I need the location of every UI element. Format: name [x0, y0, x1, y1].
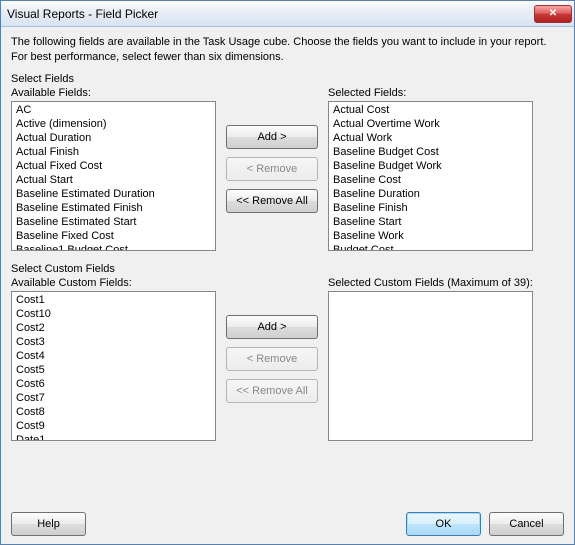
dialog-description: The following fields are available in th… — [11, 35, 564, 65]
window-title: Visual Reports - Field Picker — [7, 7, 534, 21]
list-item[interactable]: Baseline Estimated Finish — [14, 201, 213, 215]
list-item[interactable]: Baseline Duration — [331, 187, 530, 201]
selected-custom-fields-label: Selected Custom Fields (Maximum of 39): — [328, 277, 533, 289]
list-item[interactable]: Date1 — [14, 433, 213, 441]
select-custom-fields-label: Select Custom Fields — [11, 263, 564, 275]
list-item[interactable]: Baseline1 Budget Cost — [14, 243, 213, 251]
list-item[interactable]: Cost3 — [14, 335, 213, 349]
select-custom-fields-group: Select Custom Fields Available Custom Fi… — [11, 261, 564, 441]
selected-fields-column: Selected Fields: Actual CostActual Overt… — [328, 87, 533, 251]
list-item[interactable]: Cost2 — [14, 321, 213, 335]
list-item[interactable]: Cost6 — [14, 377, 213, 391]
available-fields-column: Available Fields: ACActive (dimension)Ac… — [11, 87, 216, 251]
list-item[interactable]: Cost1 — [14, 293, 213, 307]
selected-custom-fields-column: Selected Custom Fields (Maximum of 39): — [328, 277, 533, 441]
dialog-content: The following fields are available in th… — [1, 27, 574, 544]
list-item[interactable]: Actual Work — [331, 131, 530, 145]
remove-field-button[interactable]: < Remove — [226, 157, 318, 181]
list-item[interactable]: Budget Cost — [331, 243, 530, 251]
titlebar[interactable]: Visual Reports - Field Picker ✕ — [1, 1, 574, 27]
available-custom-fields-label: Available Custom Fields: — [11, 277, 216, 289]
add-custom-field-button[interactable]: Add > — [226, 315, 318, 339]
list-item[interactable]: Actual Start — [14, 173, 213, 187]
available-fields-listbox[interactable]: ACActive (dimension)Actual DurationActua… — [11, 101, 216, 251]
list-item[interactable]: Actual Overtime Work — [331, 117, 530, 131]
close-icon: ✕ — [549, 8, 557, 19]
select-fields-label: Select Fields — [11, 73, 564, 85]
ok-button[interactable]: OK — [406, 512, 481, 536]
list-item[interactable]: Baseline Work — [331, 229, 530, 243]
custom-fields-transfer-buttons: Add > < Remove << Remove All — [224, 277, 320, 403]
select-fields-row: Available Fields: ACActive (dimension)Ac… — [11, 87, 564, 251]
help-button[interactable]: Help — [11, 512, 86, 536]
list-item[interactable]: Baseline Budget Work — [331, 159, 530, 173]
list-item[interactable]: Baseline Start — [331, 215, 530, 229]
list-item[interactable]: Actual Finish — [14, 145, 213, 159]
cancel-button[interactable]: Cancel — [489, 512, 564, 536]
remove-custom-field-button[interactable]: < Remove — [226, 347, 318, 371]
remove-all-fields-button[interactable]: << Remove All — [226, 189, 318, 213]
list-item[interactable]: Cost5 — [14, 363, 213, 377]
available-custom-fields-column: Available Custom Fields: Cost1Cost10Cost… — [11, 277, 216, 441]
list-item[interactable]: Actual Cost — [331, 103, 530, 117]
available-custom-fields-listbox[interactable]: Cost1Cost10Cost2Cost3Cost4Cost5Cost6Cost… — [11, 291, 216, 441]
select-custom-fields-row: Available Custom Fields: Cost1Cost10Cost… — [11, 277, 564, 441]
list-item[interactable]: Baseline Fixed Cost — [14, 229, 213, 243]
close-button[interactable]: ✕ — [534, 5, 572, 23]
list-item[interactable]: Cost9 — [14, 419, 213, 433]
list-item[interactable]: Cost10 — [14, 307, 213, 321]
selected-fields-listbox[interactable]: Actual CostActual Overtime WorkActual Wo… — [328, 101, 533, 251]
dialog-footer: Help OK Cancel — [11, 508, 564, 536]
list-item[interactable]: Actual Duration — [14, 131, 213, 145]
list-item[interactable]: Cost8 — [14, 405, 213, 419]
list-item[interactable]: AC — [14, 103, 213, 117]
remove-all-custom-fields-button[interactable]: << Remove All — [226, 379, 318, 403]
list-item[interactable]: Baseline Cost — [331, 173, 530, 187]
list-item[interactable]: Baseline Estimated Duration — [14, 187, 213, 201]
available-fields-label: Available Fields: — [11, 87, 216, 99]
list-item[interactable]: Cost7 — [14, 391, 213, 405]
list-item[interactable]: Active (dimension) — [14, 117, 213, 131]
list-item[interactable]: Baseline Finish — [331, 201, 530, 215]
selected-fields-label: Selected Fields: — [328, 87, 533, 99]
list-item[interactable]: Baseline Budget Cost — [331, 145, 530, 159]
selected-custom-fields-listbox[interactable] — [328, 291, 533, 441]
list-item[interactable]: Cost4 — [14, 349, 213, 363]
list-item[interactable]: Actual Fixed Cost — [14, 159, 213, 173]
list-item[interactable]: Baseline Estimated Start — [14, 215, 213, 229]
dialog-window: Visual Reports - Field Picker ✕ The foll… — [0, 0, 575, 545]
fields-transfer-buttons: Add > < Remove << Remove All — [224, 87, 320, 213]
add-field-button[interactable]: Add > — [226, 125, 318, 149]
